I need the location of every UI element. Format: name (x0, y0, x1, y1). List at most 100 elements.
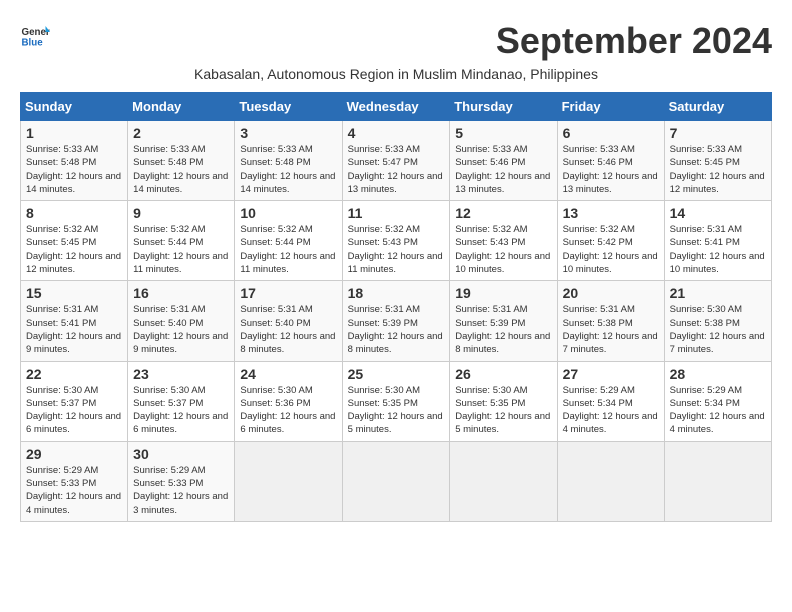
day-number: 1 (26, 125, 122, 141)
day-number: 13 (563, 205, 659, 221)
day-cell-10: 10 Sunrise: 5:32 AMSunset: 5:44 PMDaylig… (235, 201, 342, 281)
day-info: Sunrise: 5:33 AMSunset: 5:46 PMDaylight:… (563, 144, 658, 195)
day-number: 4 (348, 125, 445, 141)
day-number: 30 (133, 446, 229, 462)
day-number: 27 (563, 366, 659, 382)
day-info: Sunrise: 5:30 AMSunset: 5:35 PMDaylight:… (348, 385, 443, 436)
day-cell-5: 5 Sunrise: 5:33 AMSunset: 5:46 PMDayligh… (450, 121, 557, 201)
day-info: Sunrise: 5:29 AMSunset: 5:33 PMDaylight:… (133, 465, 228, 516)
day-cell-8: 8 Sunrise: 5:32 AMSunset: 5:45 PMDayligh… (21, 201, 128, 281)
day-info: Sunrise: 5:31 AMSunset: 5:39 PMDaylight:… (348, 304, 443, 355)
day-number: 20 (563, 285, 659, 301)
day-info: Sunrise: 5:31 AMSunset: 5:41 PMDaylight:… (670, 224, 765, 275)
column-header-tuesday: Tuesday (235, 93, 342, 121)
day-cell-28: 28 Sunrise: 5:29 AMSunset: 5:34 PMDaylig… (664, 361, 771, 441)
day-number: 22 (26, 366, 122, 382)
column-header-monday: Monday (128, 93, 235, 121)
column-header-thursday: Thursday (450, 93, 557, 121)
day-cell-9: 9 Sunrise: 5:32 AMSunset: 5:44 PMDayligh… (128, 201, 235, 281)
day-info: Sunrise: 5:30 AMSunset: 5:38 PMDaylight:… (670, 304, 765, 355)
svg-text:Blue: Blue (22, 38, 44, 49)
column-header-saturday: Saturday (664, 93, 771, 121)
day-info: Sunrise: 5:30 AMSunset: 5:35 PMDaylight:… (455, 385, 550, 436)
day-info: Sunrise: 5:31 AMSunset: 5:41 PMDaylight:… (26, 304, 121, 355)
subtitle: Kabasalan, Autonomous Region in Muslim M… (20, 66, 772, 82)
day-cell-7: 7 Sunrise: 5:33 AMSunset: 5:45 PMDayligh… (664, 121, 771, 201)
day-number: 7 (670, 125, 766, 141)
day-number: 15 (26, 285, 122, 301)
day-info: Sunrise: 5:33 AMSunset: 5:47 PMDaylight:… (348, 144, 443, 195)
day-cell-6: 6 Sunrise: 5:33 AMSunset: 5:46 PMDayligh… (557, 121, 664, 201)
day-number: 10 (240, 205, 336, 221)
day-number: 3 (240, 125, 336, 141)
day-info: Sunrise: 5:32 AMSunset: 5:42 PMDaylight:… (563, 224, 658, 275)
day-info: Sunrise: 5:32 AMSunset: 5:43 PMDaylight:… (348, 224, 443, 275)
empty-cell (450, 441, 557, 521)
day-cell-23: 23 Sunrise: 5:30 AMSunset: 5:37 PMDaylig… (128, 361, 235, 441)
day-number: 24 (240, 366, 336, 382)
day-info: Sunrise: 5:32 AMSunset: 5:45 PMDaylight:… (26, 224, 121, 275)
day-cell-18: 18 Sunrise: 5:31 AMSunset: 5:39 PMDaylig… (342, 281, 450, 361)
day-cell-24: 24 Sunrise: 5:30 AMSunset: 5:36 PMDaylig… (235, 361, 342, 441)
day-cell-2: 2 Sunrise: 5:33 AMSunset: 5:48 PMDayligh… (128, 121, 235, 201)
day-cell-1: 1 Sunrise: 5:33 AMSunset: 5:48 PMDayligh… (21, 121, 128, 201)
day-info: Sunrise: 5:32 AMSunset: 5:44 PMDaylight:… (133, 224, 228, 275)
day-info: Sunrise: 5:30 AMSunset: 5:37 PMDaylight:… (26, 385, 121, 436)
day-info: Sunrise: 5:30 AMSunset: 5:36 PMDaylight:… (240, 385, 335, 436)
day-info: Sunrise: 5:30 AMSunset: 5:37 PMDaylight:… (133, 385, 228, 436)
day-cell-26: 26 Sunrise: 5:30 AMSunset: 5:35 PMDaylig… (450, 361, 557, 441)
day-info: Sunrise: 5:33 AMSunset: 5:48 PMDaylight:… (240, 144, 335, 195)
day-number: 12 (455, 205, 551, 221)
day-cell-22: 22 Sunrise: 5:30 AMSunset: 5:37 PMDaylig… (21, 361, 128, 441)
day-number: 25 (348, 366, 445, 382)
day-info: Sunrise: 5:31 AMSunset: 5:40 PMDaylight:… (133, 304, 228, 355)
day-info: Sunrise: 5:32 AMSunset: 5:43 PMDaylight:… (455, 224, 550, 275)
day-cell-19: 19 Sunrise: 5:31 AMSunset: 5:39 PMDaylig… (450, 281, 557, 361)
day-info: Sunrise: 5:29 AMSunset: 5:34 PMDaylight:… (563, 385, 658, 436)
day-cell-15: 15 Sunrise: 5:31 AMSunset: 5:41 PMDaylig… (21, 281, 128, 361)
day-number: 17 (240, 285, 336, 301)
column-header-friday: Friday (557, 93, 664, 121)
day-number: 21 (670, 285, 766, 301)
day-cell-3: 3 Sunrise: 5:33 AMSunset: 5:48 PMDayligh… (235, 121, 342, 201)
column-header-wednesday: Wednesday (342, 93, 450, 121)
day-number: 28 (670, 366, 766, 382)
day-info: Sunrise: 5:33 AMSunset: 5:45 PMDaylight:… (670, 144, 765, 195)
day-number: 16 (133, 285, 229, 301)
day-info: Sunrise: 5:31 AMSunset: 5:40 PMDaylight:… (240, 304, 335, 355)
day-number: 23 (133, 366, 229, 382)
empty-cell (557, 441, 664, 521)
day-number: 2 (133, 125, 229, 141)
day-number: 29 (26, 446, 122, 462)
empty-cell (664, 441, 771, 521)
day-info: Sunrise: 5:33 AMSunset: 5:48 PMDaylight:… (133, 144, 228, 195)
day-number: 8 (26, 205, 122, 221)
day-number: 6 (563, 125, 659, 141)
day-cell-17: 17 Sunrise: 5:31 AMSunset: 5:40 PMDaylig… (235, 281, 342, 361)
day-number: 5 (455, 125, 551, 141)
day-number: 18 (348, 285, 445, 301)
day-info: Sunrise: 5:29 AMSunset: 5:33 PMDaylight:… (26, 465, 121, 516)
day-cell-21: 21 Sunrise: 5:30 AMSunset: 5:38 PMDaylig… (664, 281, 771, 361)
logo: General Blue (20, 20, 50, 50)
day-info: Sunrise: 5:31 AMSunset: 5:38 PMDaylight:… (563, 304, 658, 355)
day-cell-14: 14 Sunrise: 5:31 AMSunset: 5:41 PMDaylig… (664, 201, 771, 281)
day-info: Sunrise: 5:31 AMSunset: 5:39 PMDaylight:… (455, 304, 550, 355)
day-cell-29: 29 Sunrise: 5:29 AMSunset: 5:33 PMDaylig… (21, 441, 128, 521)
empty-cell (235, 441, 342, 521)
day-cell-4: 4 Sunrise: 5:33 AMSunset: 5:47 PMDayligh… (342, 121, 450, 201)
day-info: Sunrise: 5:33 AMSunset: 5:48 PMDaylight:… (26, 144, 121, 195)
day-cell-20: 20 Sunrise: 5:31 AMSunset: 5:38 PMDaylig… (557, 281, 664, 361)
day-number: 19 (455, 285, 551, 301)
month-title: September 2024 (496, 20, 772, 62)
day-cell-16: 16 Sunrise: 5:31 AMSunset: 5:40 PMDaylig… (128, 281, 235, 361)
column-header-sunday: Sunday (21, 93, 128, 121)
day-number: 26 (455, 366, 551, 382)
day-info: Sunrise: 5:29 AMSunset: 5:34 PMDaylight:… (670, 385, 765, 436)
day-cell-25: 25 Sunrise: 5:30 AMSunset: 5:35 PMDaylig… (342, 361, 450, 441)
day-number: 9 (133, 205, 229, 221)
logo-icon: General Blue (20, 20, 50, 50)
calendar-table: SundayMondayTuesdayWednesdayThursdayFrid… (20, 92, 772, 522)
day-cell-13: 13 Sunrise: 5:32 AMSunset: 5:42 PMDaylig… (557, 201, 664, 281)
day-number: 14 (670, 205, 766, 221)
